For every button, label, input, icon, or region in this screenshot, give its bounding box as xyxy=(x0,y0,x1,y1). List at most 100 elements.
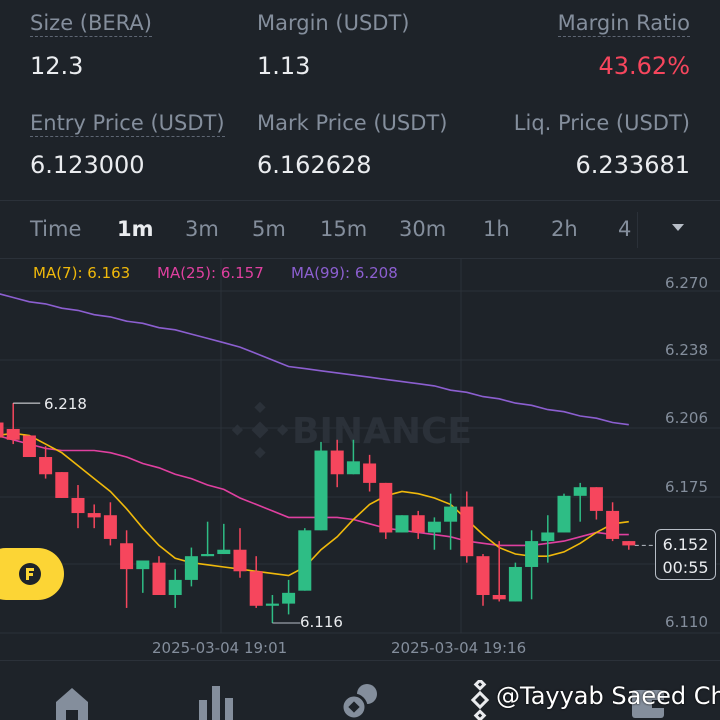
candle-body xyxy=(22,435,36,458)
candle-body xyxy=(363,463,377,483)
candle xyxy=(201,521,215,557)
candle-body xyxy=(508,566,522,602)
candle-body xyxy=(55,472,69,498)
candle xyxy=(363,454,377,492)
candle xyxy=(298,528,312,591)
candle-body xyxy=(476,556,490,595)
ma99-line xyxy=(0,293,629,426)
divider xyxy=(0,660,720,661)
candle-body xyxy=(120,543,134,570)
candle xyxy=(217,523,231,555)
candle xyxy=(0,422,4,438)
candle-body xyxy=(411,515,425,533)
candle xyxy=(573,482,587,522)
candle xyxy=(606,502,620,542)
candle-body xyxy=(103,515,117,539)
candle-body xyxy=(330,450,344,475)
candle-body xyxy=(541,532,555,542)
candle-body xyxy=(249,571,263,606)
watermark-overlay-text: @Tayyab Saeed Ch xyxy=(496,682,720,710)
candle xyxy=(233,528,247,578)
candle-countdown: 00:55 xyxy=(662,558,709,577)
current-price: 6.152 xyxy=(662,535,709,554)
candle-body xyxy=(39,457,53,475)
binance-watermark: BINANCE xyxy=(231,401,472,459)
candle xyxy=(103,502,117,546)
candle-body xyxy=(427,521,441,533)
y-tick: 6.238 xyxy=(665,341,708,359)
futures-nav-icon[interactable] xyxy=(460,680,500,720)
candle xyxy=(282,579,296,615)
candle-body xyxy=(0,422,4,438)
candle xyxy=(395,515,409,533)
candle xyxy=(184,547,198,587)
candle-body xyxy=(184,556,198,580)
candle-body xyxy=(622,541,636,546)
candle-body xyxy=(346,461,360,475)
candle-body xyxy=(168,579,182,595)
candle-body xyxy=(298,530,312,591)
candle xyxy=(557,493,571,533)
candle-body xyxy=(573,487,587,496)
candle-body xyxy=(395,515,409,533)
candle-body xyxy=(217,549,231,555)
candle xyxy=(6,403,20,445)
candle xyxy=(168,569,182,608)
candle-body xyxy=(71,497,85,514)
trade-icon[interactable] xyxy=(340,680,380,720)
ma99-indicator[interactable]: MA(99): 6.208 xyxy=(291,264,398,282)
futures-floating-button[interactable] xyxy=(0,548,64,600)
candle-body xyxy=(557,495,571,533)
candle xyxy=(136,560,150,593)
candle xyxy=(589,487,603,520)
y-tick: 6.270 xyxy=(665,274,708,292)
candle-body xyxy=(233,549,247,572)
candle-body xyxy=(492,594,506,600)
candle xyxy=(411,510,425,539)
candle xyxy=(39,446,53,479)
candle-body xyxy=(314,450,328,531)
candle-body xyxy=(525,541,539,567)
y-tick: 6.110 xyxy=(665,613,708,631)
candle-body xyxy=(282,592,296,604)
low-price-label: 6.116 xyxy=(300,613,343,631)
candle xyxy=(622,541,636,550)
candle xyxy=(379,482,393,539)
candle xyxy=(120,530,134,608)
futures-icon xyxy=(19,563,41,585)
candle xyxy=(525,530,539,600)
candle-body xyxy=(444,506,458,522)
home-icon[interactable] xyxy=(52,680,92,720)
candle xyxy=(265,594,279,624)
candle xyxy=(460,491,474,563)
candle xyxy=(22,435,36,458)
y-tick: 6.206 xyxy=(665,409,708,427)
candlestick-chart[interactable]: BINANCE xyxy=(0,0,720,720)
x-tick: 2025-03-04 19:01 xyxy=(152,639,288,657)
current-price-tag: 6.152 00:55 xyxy=(655,529,716,580)
candle xyxy=(314,441,328,531)
candle-body xyxy=(136,560,150,570)
markets-icon[interactable] xyxy=(196,680,236,720)
y-tick: 6.175 xyxy=(665,478,708,496)
ma7-indicator[interactable]: MA(7): 6.163 xyxy=(33,264,130,282)
watermark-text: BINANCE xyxy=(292,411,472,452)
candle-body xyxy=(606,510,620,539)
candle-body xyxy=(6,428,20,440)
candle-body xyxy=(201,554,215,557)
candle-body xyxy=(87,513,101,518)
candle-body xyxy=(265,603,279,606)
candle xyxy=(55,472,69,498)
candle-body xyxy=(379,482,393,533)
candle xyxy=(152,556,166,595)
candle xyxy=(508,562,522,602)
candle-body xyxy=(460,506,474,557)
high-price-label: 6.218 xyxy=(44,395,87,413)
candle xyxy=(71,485,85,529)
candle-body xyxy=(152,562,166,595)
candle-body xyxy=(589,487,603,511)
candle xyxy=(87,504,101,529)
x-tick: 2025-03-04 19:16 xyxy=(391,639,527,657)
ma25-indicator[interactable]: MA(25): 6.157 xyxy=(157,264,264,282)
candle xyxy=(476,554,490,606)
